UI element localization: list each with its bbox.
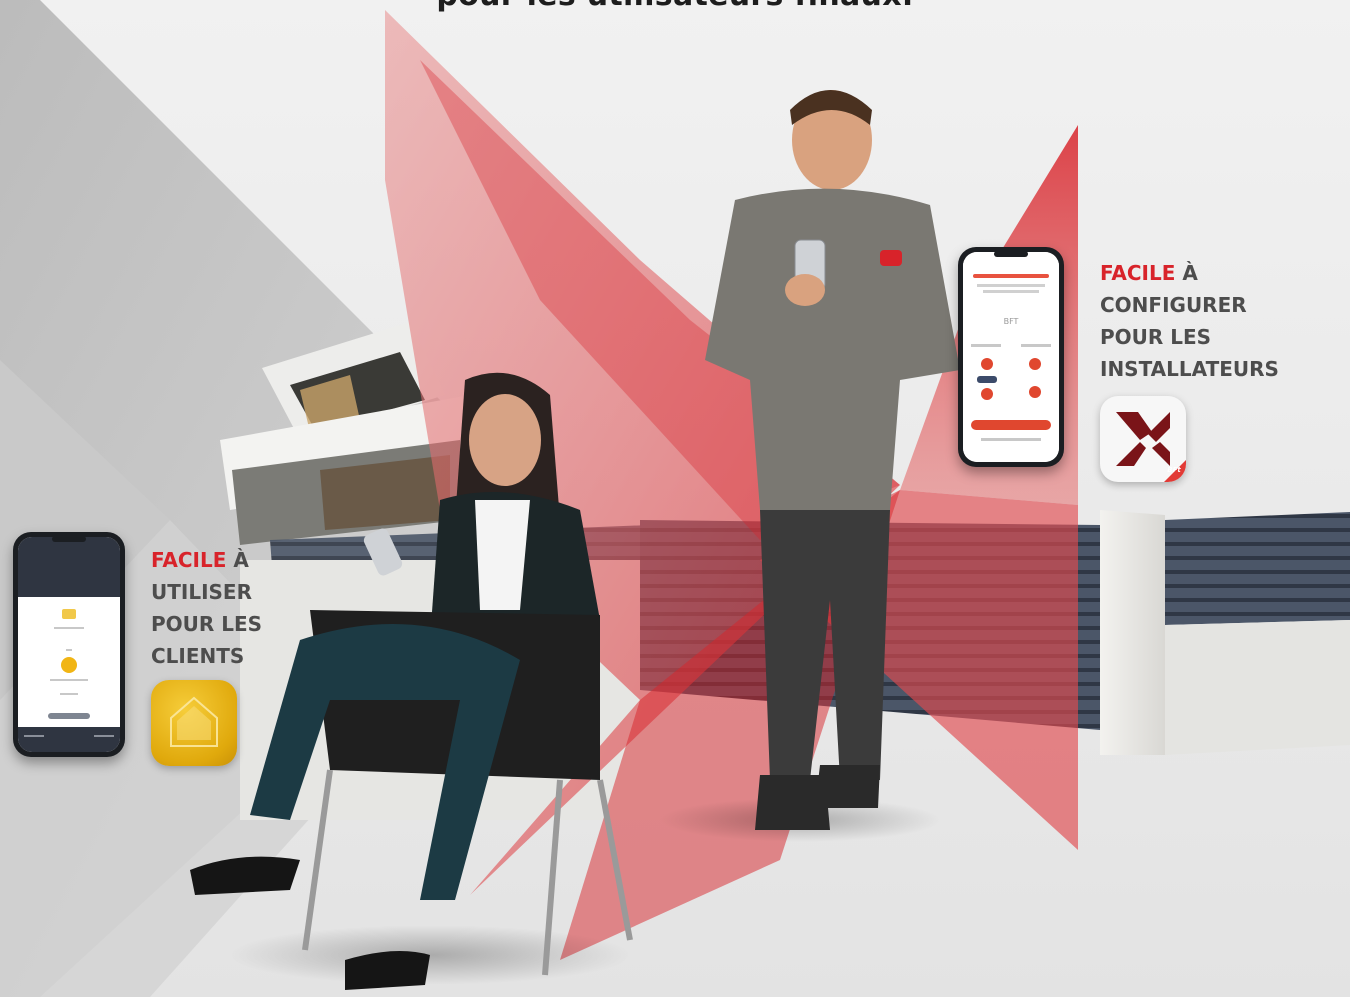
bft-brand-label: BFt [1167, 466, 1181, 474]
promo-scene: pour les utilisateurs finaux. BFT [0, 0, 1350, 997]
bft-x-app-icon[interactable]: BFt [1100, 396, 1186, 482]
client-callout: FACILE À UTILISER POUR LES CLIENTS [151, 544, 262, 672]
client-callout-line-2: UTILISER [151, 580, 252, 604]
house-app-icon[interactable] [151, 680, 237, 766]
installer-man [705, 90, 960, 830]
installer-preposition: À [1182, 261, 1198, 285]
phone-notch [52, 536, 86, 542]
client-highlight: FACILE [151, 548, 227, 572]
house-icon [170, 696, 218, 747]
installer-callout-line-4: INSTALLATEURS [1100, 357, 1279, 381]
client-callout-line-1: FACILE À [151, 544, 262, 576]
svg-text:BFT: BFT [1004, 317, 1019, 326]
bft-x-logo-icon: BFt [1116, 412, 1186, 482]
client-callout-line-4: CLIENTS [151, 644, 245, 668]
client-callout-line-3: POUR LES [151, 612, 263, 636]
installer-app-screen: BFT [963, 252, 1059, 462]
client-app-screen [18, 537, 120, 752]
installer-highlight: FACILE [1100, 261, 1176, 285]
client-preposition: À [233, 548, 249, 572]
installer-callout-line-1: FACILE À [1100, 257, 1279, 289]
installer-callout-line-2: CONFIGURER [1100, 293, 1247, 317]
phone-notch [994, 251, 1028, 257]
client-woman [190, 372, 633, 990]
client-phone-mockup [13, 532, 125, 757]
installer-callout-line-3: POUR LES [1100, 325, 1212, 349]
installer-phone-mockup: BFT [958, 247, 1064, 467]
people-illustration [190, 90, 960, 990]
page-headline: pour les utilisateurs finaux. [0, 0, 1350, 13]
installer-callout: FACILE À CONFIGURER POUR LES INSTALLATEU… [1100, 257, 1279, 385]
